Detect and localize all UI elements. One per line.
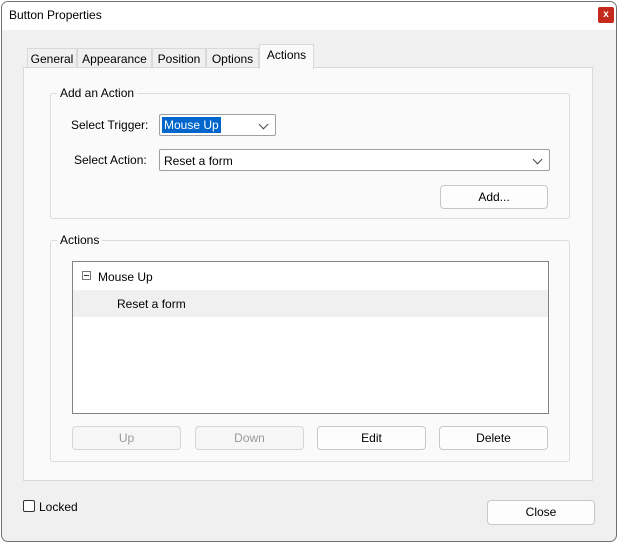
- add-button[interactable]: Add...: [440, 185, 548, 209]
- actions-tab-panel: Add an Action Select Trigger: Mouse Up S…: [23, 67, 593, 481]
- tab-appearance[interactable]: Appearance: [77, 48, 152, 68]
- actions-legend: Actions: [57, 233, 103, 247]
- action-dropdown[interactable]: Reset a form: [159, 149, 550, 171]
- locked-label[interactable]: Locked: [39, 500, 78, 514]
- title-bar: Button Properties x: [2, 2, 616, 30]
- dialog-title: Button Properties: [9, 8, 102, 22]
- chevron-down-icon: [258, 119, 269, 130]
- down-button[interactable]: Down: [195, 426, 304, 450]
- up-button[interactable]: Up: [72, 426, 181, 450]
- close-window-button[interactable]: x: [598, 7, 614, 23]
- trigger-selected-value: Mouse Up: [162, 117, 221, 133]
- tab-actions[interactable]: Actions: [259, 44, 314, 69]
- select-trigger-label: Select Trigger:: [71, 118, 149, 132]
- add-action-group: Add an Action Select Trigger: Mouse Up S…: [50, 86, 570, 219]
- tree-trigger-label: Mouse Up: [98, 270, 153, 284]
- edit-button[interactable]: Edit: [317, 426, 426, 450]
- chevron-down-icon: [532, 154, 543, 165]
- action-selected-value: Reset a form: [164, 154, 233, 168]
- select-action-label: Select Action:: [74, 153, 147, 167]
- tree-action-label: Reset a form: [117, 297, 186, 311]
- tab-options[interactable]: Options: [206, 48, 259, 68]
- trigger-dropdown[interactable]: Mouse Up: [159, 114, 276, 136]
- tree-row-action[interactable]: Reset a form: [73, 290, 548, 317]
- actions-tree[interactable]: Mouse Up Reset a form: [72, 261, 549, 414]
- collapse-minus-icon[interactable]: [82, 271, 91, 280]
- locked-checkbox[interactable]: [23, 500, 35, 512]
- close-button[interactable]: Close: [487, 500, 595, 525]
- add-action-legend: Add an Action: [57, 86, 138, 100]
- tab-general[interactable]: General: [27, 48, 77, 68]
- delete-button[interactable]: Delete: [439, 426, 548, 450]
- tree-row-trigger[interactable]: Mouse Up: [73, 263, 548, 290]
- tab-position[interactable]: Position: [152, 48, 206, 68]
